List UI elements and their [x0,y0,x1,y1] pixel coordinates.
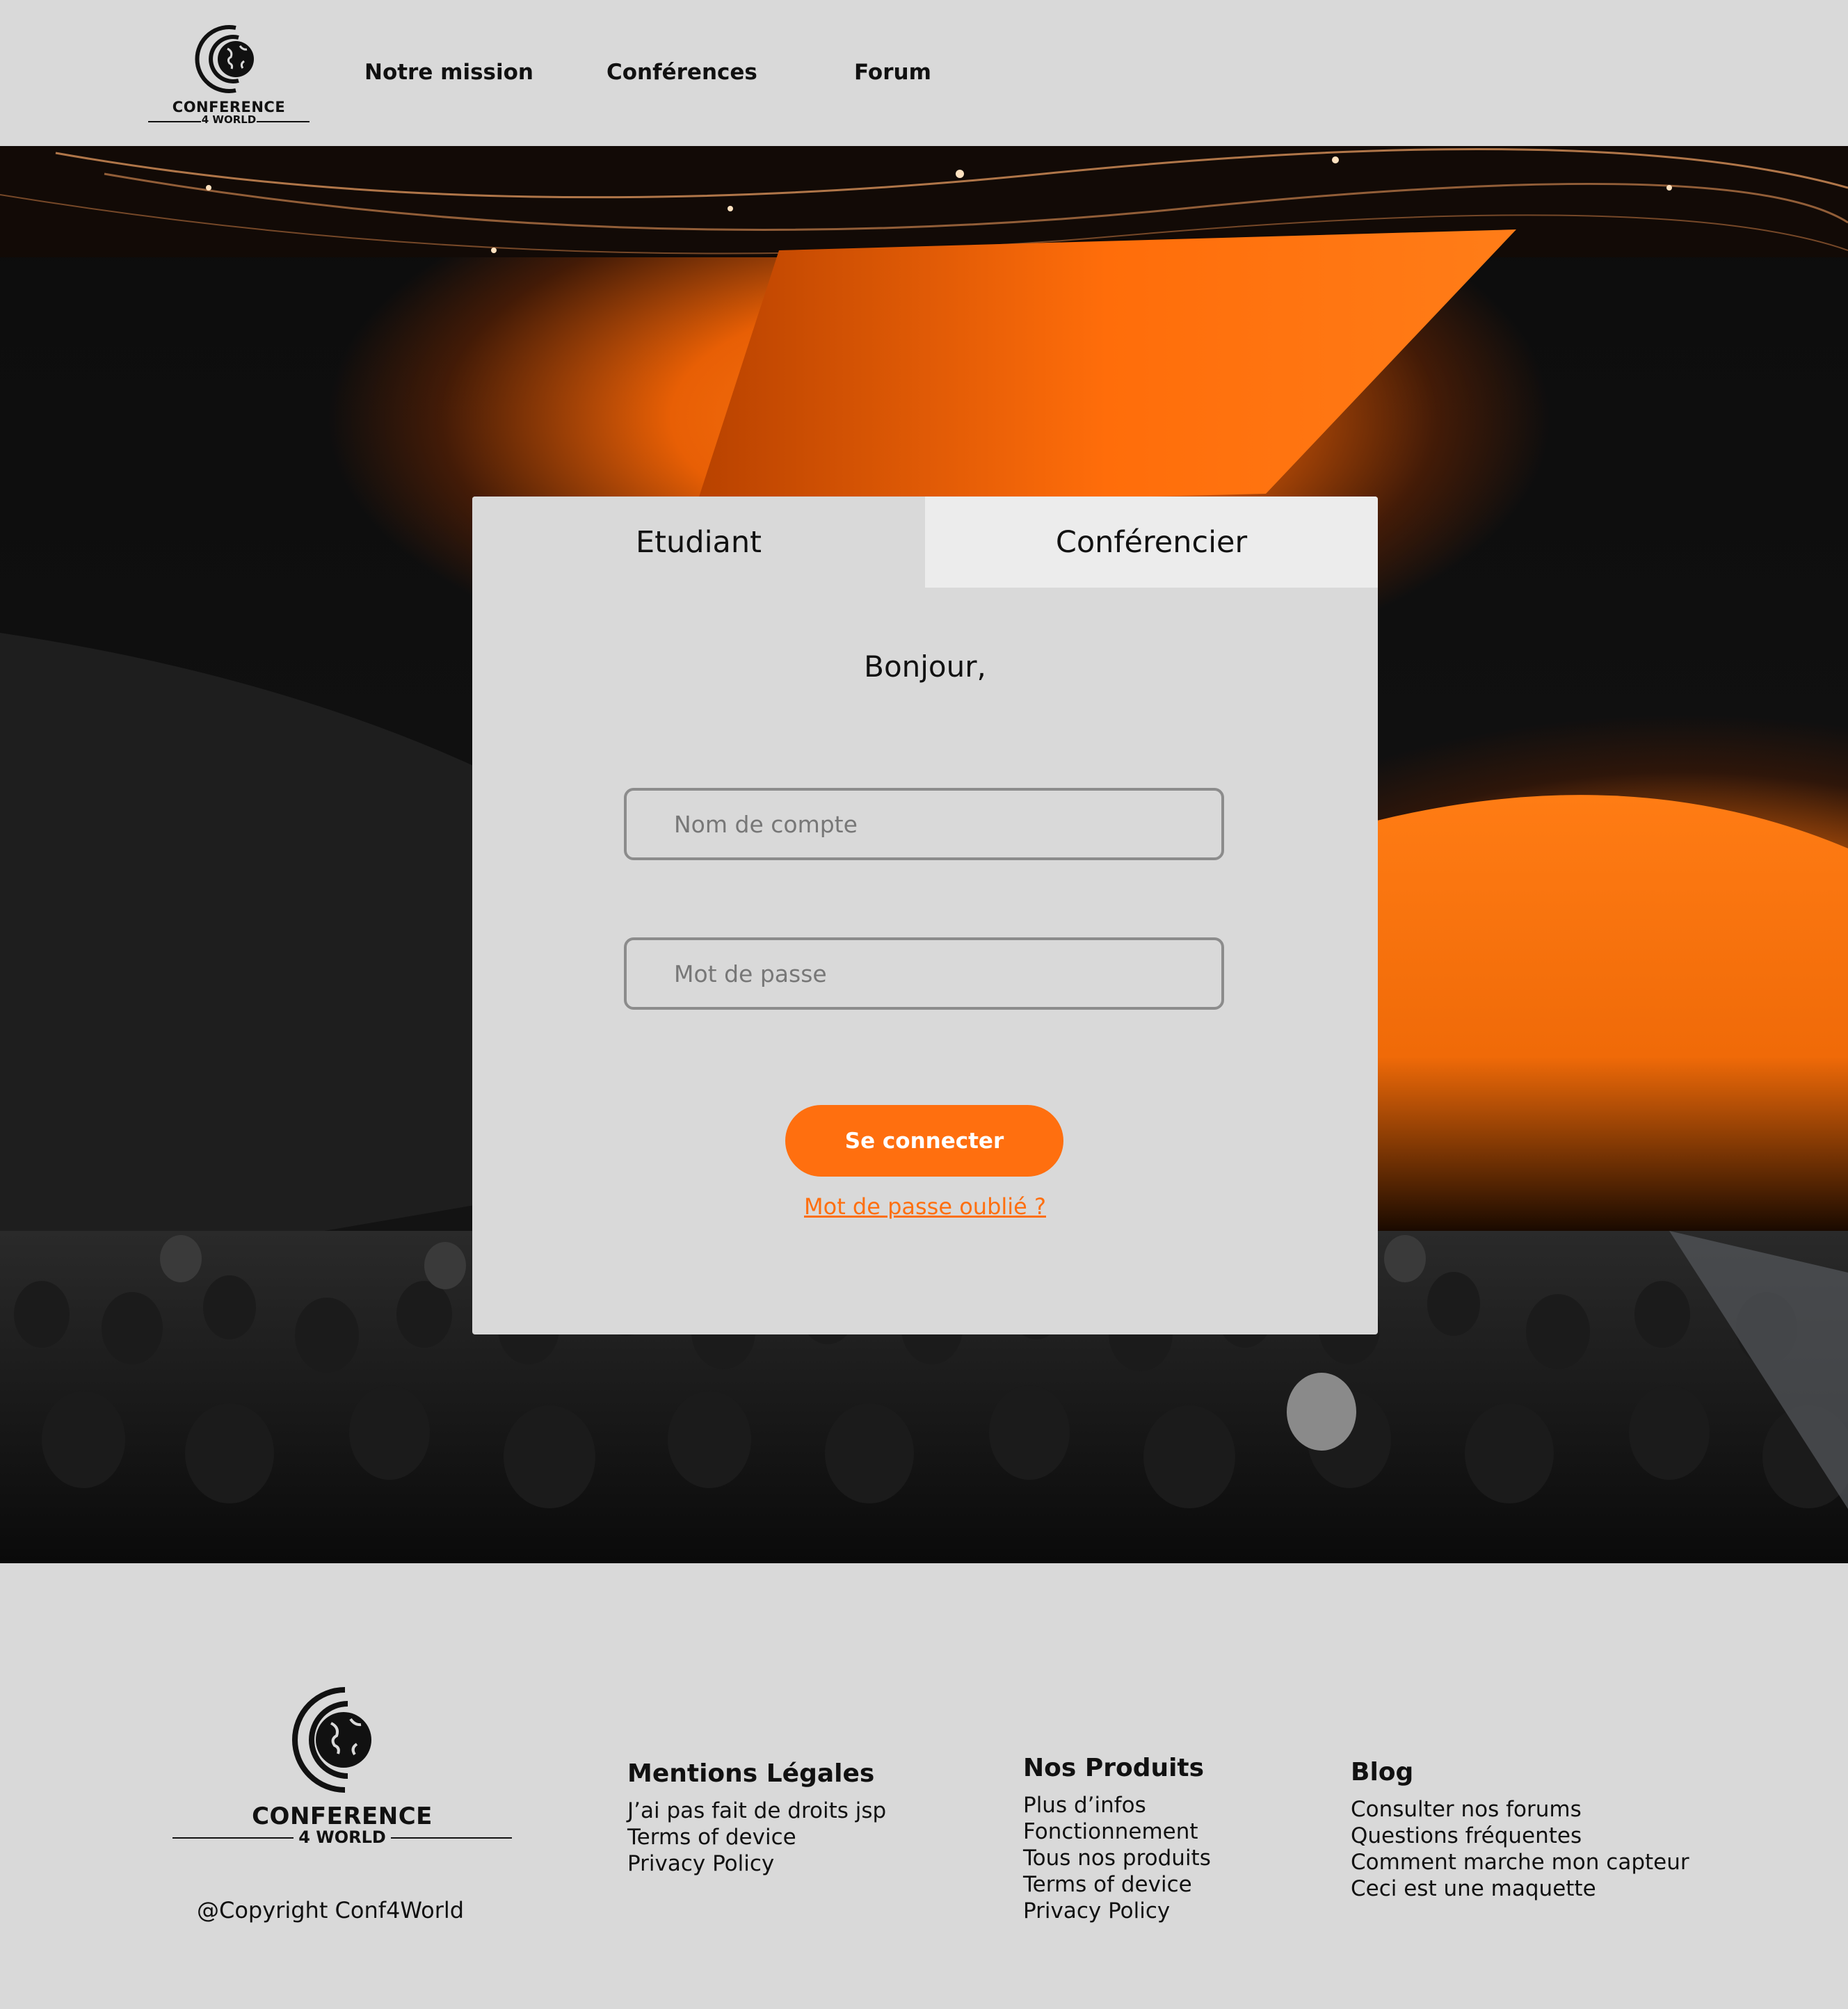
site-footer: CONFERENCE 4 WORLD @Copyright Conf4World… [0,1563,1848,2009]
globe-logo-icon [195,25,254,93]
footer-link[interactable]: Terms of device [1023,1871,1211,1898]
footer-link[interactable]: Terms of device [627,1824,886,1850]
footer-column-produits: Nos Produits Plus d’infos Fonctionnement… [1023,1754,1211,1924]
password-input[interactable] [627,940,1221,1007]
hero-background-image: Etudiant Conférencier Bonjour, Se connec… [0,146,1848,1563]
login-button[interactable]: Se connecter [785,1105,1063,1177]
footer-column-mentions: Mentions Légales J’ai pas fait de droits… [627,1759,886,1877]
footer-link[interactable]: Questions fréquentes [1351,1823,1689,1849]
greeting-text: Bonjour, [864,650,986,684]
username-field [624,788,1224,860]
password-field [624,937,1224,1010]
site-header: CONFERENCE 4 WORLD Notre mission Confére… [0,0,1848,146]
username-input[interactable] [627,791,1221,857]
footer-link[interactable]: J’ai pas fait de droits jsp [627,1798,886,1824]
footer-link[interactable]: Consulter nos forums [1351,1796,1689,1823]
footer-link[interactable]: Privacy Policy [1023,1898,1211,1924]
logo-wordmark: CONFERENCE [252,1802,433,1830]
brand-logo[interactable]: CONFERENCE 4 WORLD [148,22,310,127]
footer-link[interactable]: Comment marche mon capteur [1351,1849,1689,1875]
footer-column-blog: Blog Consulter nos forums Questions fréq… [1351,1758,1689,1902]
logo-rule-right [257,121,310,122]
footer-column-title: Blog [1351,1758,1414,1786]
nav-conferences[interactable]: Conférences [606,60,757,85]
footer-logo[interactable]: CONFERENCE 4 WORLD [172,1683,512,1850]
footer-link[interactable]: Ceci est une maquette [1351,1875,1689,1902]
logo-subtitle: 4 WORLD [201,113,257,126]
nav-forum[interactable]: Forum [854,60,931,85]
logo-rule-right [391,1837,512,1839]
login-card: Etudiant Conférencier Bonjour, Se connec… [472,497,1378,1334]
copyright-text: @Copyright Conf4World [197,1897,465,1923]
footer-link[interactable]: Fonctionnement [1023,1818,1211,1845]
footer-link[interactable]: Tous nos produits [1023,1845,1211,1871]
footer-column-title: Mentions Légales [627,1759,875,1788]
forgot-password-link[interactable]: Mot de passe oublié ? [472,1193,1378,1220]
footer-link[interactable]: Privacy Policy [627,1850,886,1877]
globe-logo-icon [292,1687,371,1793]
footer-column-title: Nos Produits [1023,1754,1205,1782]
tab-etudiant[interactable]: Etudiant [472,497,925,588]
nav-notre-mission[interactable]: Notre mission [364,60,533,85]
footer-link[interactable]: Plus d’infos [1023,1792,1211,1818]
tab-conferencier[interactable]: Conférencier [925,497,1378,588]
